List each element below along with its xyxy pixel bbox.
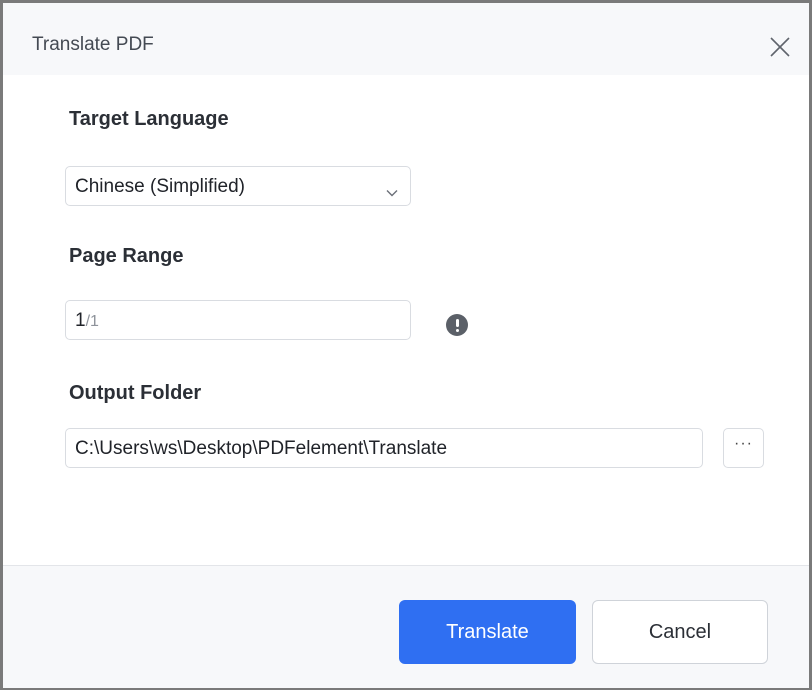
title-bar: Translate PDF xyxy=(3,3,809,75)
target-language-value: Chinese (Simplified) xyxy=(75,176,246,197)
page-range-label: Page Range xyxy=(69,245,184,267)
dialog-title: Translate PDF xyxy=(32,34,154,55)
page-range-value: 1 xyxy=(75,310,86,331)
browse-folder-button[interactable]: ··· xyxy=(723,428,764,468)
cancel-button[interactable]: Cancel xyxy=(592,600,768,664)
dialog-footer: Translate Cancel xyxy=(3,565,809,688)
translate-button[interactable]: Translate xyxy=(399,600,576,664)
dialog-body: Target Language Chinese (Simplified) Pag… xyxy=(3,75,809,565)
output-folder-input[interactable]: C:\Users\ws\Desktop\PDFelement\Translate xyxy=(65,428,703,468)
target-language-label: Target Language xyxy=(69,108,229,130)
exclamation-info-icon[interactable] xyxy=(446,314,468,336)
more-dots-icon: ··· xyxy=(734,435,753,452)
page-range-input[interactable]: 1/1 xyxy=(65,300,411,340)
close-button[interactable] xyxy=(769,36,791,58)
output-folder-label: Output Folder xyxy=(69,382,202,404)
chevron-down-icon xyxy=(386,181,398,203)
target-language-select[interactable]: Chinese (Simplified) xyxy=(65,166,411,206)
close-icon xyxy=(770,37,790,57)
translate-pdf-dialog: Translate PDF Target Language Chinese (S… xyxy=(0,0,812,690)
page-range-text: 1/1 xyxy=(75,310,99,332)
output-folder-path: C:\Users\ws\Desktop\PDFelement\Translate xyxy=(75,438,448,459)
page-range-total: /1 xyxy=(85,313,99,330)
